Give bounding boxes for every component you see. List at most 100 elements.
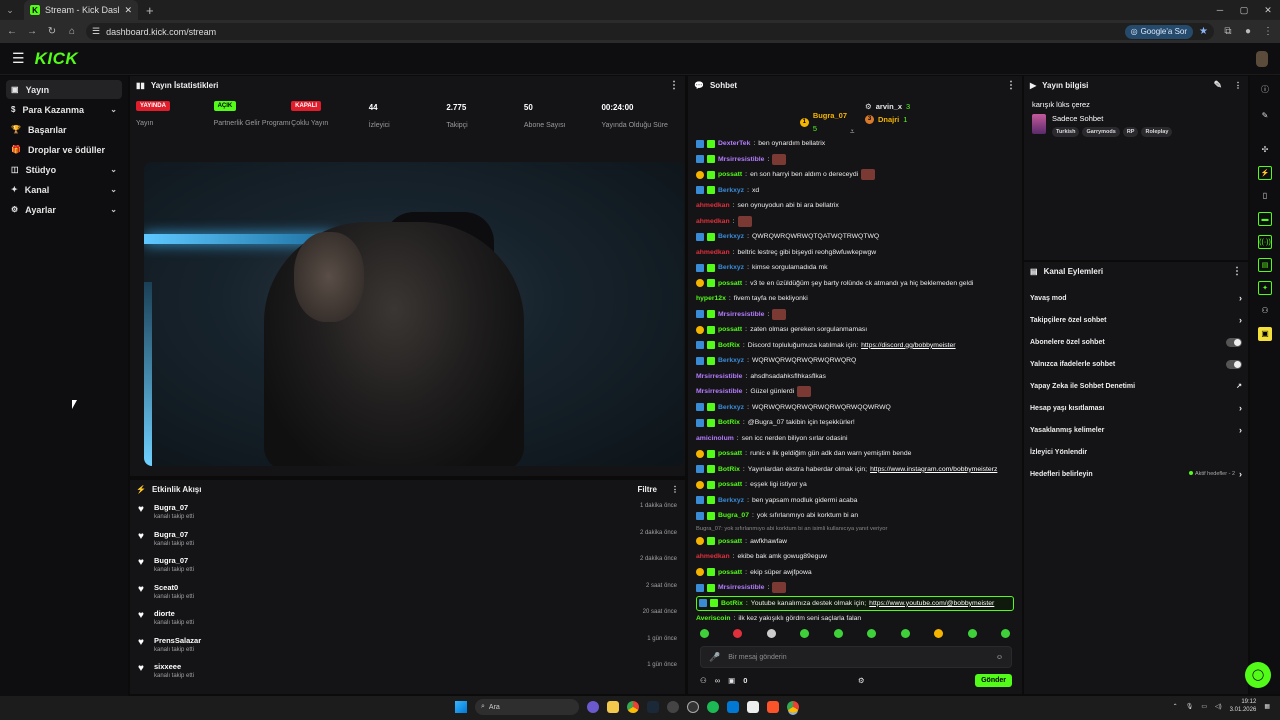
sidebar-item-3[interactable]: 🎁 Droplar ve ödüller: [6, 140, 122, 159]
chat-input[interactable]: 🎤 Bir mesaj gönderin ☺: [700, 646, 1012, 668]
reload-icon[interactable]: ↻: [46, 26, 58, 37]
chat-username[interactable]: possatt: [718, 450, 742, 457]
action-row[interactable]: Yavaş mod ›: [1024, 287, 1248, 309]
app-icon[interactable]: [667, 701, 679, 713]
chat-settings-icon[interactable]: ⚙: [858, 676, 865, 685]
wrench-icon[interactable]: ✦: [1258, 281, 1272, 295]
bookmark-star-icon[interactable]: ★: [1199, 26, 1208, 37]
chevron-right-icon[interactable]: ›: [1239, 403, 1242, 413]
chat-bubble-fab[interactable]: ◯: [1245, 662, 1271, 688]
toggle-switch[interactable]: [1226, 337, 1242, 347]
vscode-icon[interactable]: [727, 701, 739, 713]
chat-username[interactable]: BotRix: [718, 342, 740, 349]
emoji-picker-icon[interactable]: ☺: [996, 654, 1003, 661]
chest-icon[interactable]: ▣: [728, 676, 735, 685]
chevron-down-icon[interactable]: ⌄: [110, 205, 117, 214]
file-explorer-icon[interactable]: [607, 701, 619, 713]
event-username[interactable]: Bugra_07: [154, 503, 634, 512]
quick-emote-icon[interactable]: [1000, 629, 1010, 638]
chat-users-icon[interactable]: ⚇: [700, 676, 707, 685]
steam-icon[interactable]: [647, 701, 659, 713]
chevron-down-icon[interactable]: ⌄: [110, 165, 117, 174]
sidebar-item-2[interactable]: 🏆 Başarılar: [6, 120, 122, 139]
maximize-button[interactable]: ▢: [1232, 5, 1256, 16]
chrome-icon[interactable]: [627, 701, 639, 713]
chat-link[interactable]: https://www.youtube.com/@bobbymeister: [869, 600, 994, 607]
sidebar-item-1[interactable]: $ Para Kazanma ⌄: [6, 100, 122, 119]
tag-chip[interactable]: Roleplay: [1141, 127, 1173, 137]
broadcast-icon[interactable]: ((·)): [1258, 235, 1272, 249]
actions-more-icon[interactable]: ⋮: [1232, 266, 1242, 276]
address-bar[interactable]: ☰ dashboard.kick.com/stream ◎ Google'a So…: [86, 23, 1214, 40]
action-row[interactable]: Abonelere özel sohbet: [1024, 331, 1248, 353]
quick-emote-icon[interactable]: [733, 629, 743, 638]
spotify-icon[interactable]: [707, 701, 719, 713]
users-icon[interactable]: ⚇: [1258, 304, 1272, 318]
home-icon[interactable]: ⌂: [66, 26, 78, 37]
layout-icon[interactable]: ▤: [1258, 258, 1272, 272]
sidebar-item-0[interactable]: ▣ Yayın: [6, 80, 122, 99]
chat-username[interactable]: Berkxyz: [718, 404, 744, 411]
bolt-tool-icon[interactable]: ⚡: [1258, 166, 1272, 180]
tag-chip[interactable]: RP: [1122, 127, 1139, 137]
action-row[interactable]: Yalnızca ifadelerle sohbet: [1024, 353, 1248, 375]
top-user-2[interactable]: ⚙ arvin_x 3: [865, 102, 910, 111]
document-icon[interactable]: ▯: [1258, 189, 1272, 203]
chat-tool-icon[interactable]: ▬: [1258, 212, 1272, 226]
back-icon[interactable]: ←: [6, 26, 18, 37]
quick-emote-icon[interactable]: [934, 629, 944, 638]
stream-video-preview[interactable]: [144, 162, 684, 466]
edit-icon[interactable]: ✎: [1214, 80, 1222, 90]
chat-username[interactable]: ahmedkan: [696, 218, 730, 225]
action-row[interactable]: Yasaklanmış kelimeler ›: [1024, 419, 1248, 441]
tag-chip[interactable]: Garrymods: [1082, 127, 1120, 137]
user-avatar[interactable]: [1256, 50, 1268, 67]
action-row[interactable]: Hesap yaşı kısıtlaması ›: [1024, 397, 1248, 419]
chevron-right-icon[interactable]: ›: [1239, 293, 1242, 303]
info-more-icon[interactable]: ⋮: [1234, 81, 1242, 90]
site-info-icon[interactable]: ☰: [92, 26, 100, 37]
microphone-icon[interactable]: 🎤: [709, 652, 720, 663]
chat-username[interactable]: Bugra_07: [718, 512, 749, 519]
chat-username[interactable]: possatt: [718, 481, 742, 488]
chat-username[interactable]: BotRix: [721, 600, 743, 607]
event-username[interactable]: Bugra_07: [154, 556, 634, 565]
clapper-icon[interactable]: ▣: [1258, 327, 1272, 341]
sidebar-item-4[interactable]: ◫ Stüdyo ⌄: [6, 160, 122, 179]
start-button[interactable]: [455, 701, 467, 713]
quick-emote-icon[interactable]: [800, 629, 810, 638]
network-icon[interactable]: ▭: [1201, 703, 1207, 710]
notifications-icon[interactable]: ▦: [1264, 703, 1270, 710]
quick-emote-icon[interactable]: [766, 629, 776, 638]
action-row[interactable]: Takipçilere özel sohbet ›: [1024, 309, 1248, 331]
chat-username[interactable]: Berkxyz: [718, 357, 744, 364]
sidebar-item-5[interactable]: ✦ Kanal ⌄: [6, 180, 122, 199]
close-window-button[interactable]: ✕: [1256, 5, 1280, 16]
chat-username[interactable]: BotRix: [718, 419, 740, 426]
chat-link[interactable]: https://www.instagram.com/bobbymeisterz: [870, 466, 997, 473]
tag-chip[interactable]: Turkish: [1052, 127, 1080, 137]
action-row[interactable]: Hedefleri belirleyin Aktif hedefler - 2 ›: [1024, 463, 1248, 485]
chat-username[interactable]: Berkxyz: [718, 233, 744, 240]
top-user-3[interactable]: 3 Dnajri 1: [865, 115, 910, 124]
chat-username[interactable]: Mrsirresistible: [718, 156, 764, 163]
quick-emote-icon[interactable]: [700, 629, 709, 638]
external-link-icon[interactable]: ↗: [1236, 382, 1242, 390]
browser-tab[interactable]: K Stream - Kick Dashboard ✕: [24, 0, 138, 20]
clock[interactable]: 19:12 3.01.2026: [1230, 698, 1257, 714]
sidebar-item-6[interactable]: ⚙ Ayarlar ⌄: [6, 200, 122, 219]
chat-username[interactable]: Berkxyz: [718, 497, 744, 504]
chat-username[interactable]: Mrsirresistible: [718, 584, 764, 591]
action-row[interactable]: İzleyici Yönlendir: [1024, 441, 1248, 463]
chat-username[interactable]: amicinolum: [696, 435, 734, 442]
event-username[interactable]: sixxeee: [154, 662, 641, 671]
chat-username[interactable]: possatt: [718, 280, 742, 287]
quick-emote-icon[interactable]: [967, 629, 977, 638]
stats-more-icon[interactable]: ⋮: [669, 80, 679, 90]
chat-username[interactable]: hyper12x: [696, 295, 726, 302]
chat-username[interactable]: possatt: [718, 326, 742, 333]
tab-list-button[interactable]: ⌄: [0, 0, 20, 20]
event-username[interactable]: diorte: [154, 609, 637, 618]
event-username[interactable]: Bugra_07: [154, 530, 634, 539]
filter-button[interactable]: Filtre: [637, 485, 657, 494]
